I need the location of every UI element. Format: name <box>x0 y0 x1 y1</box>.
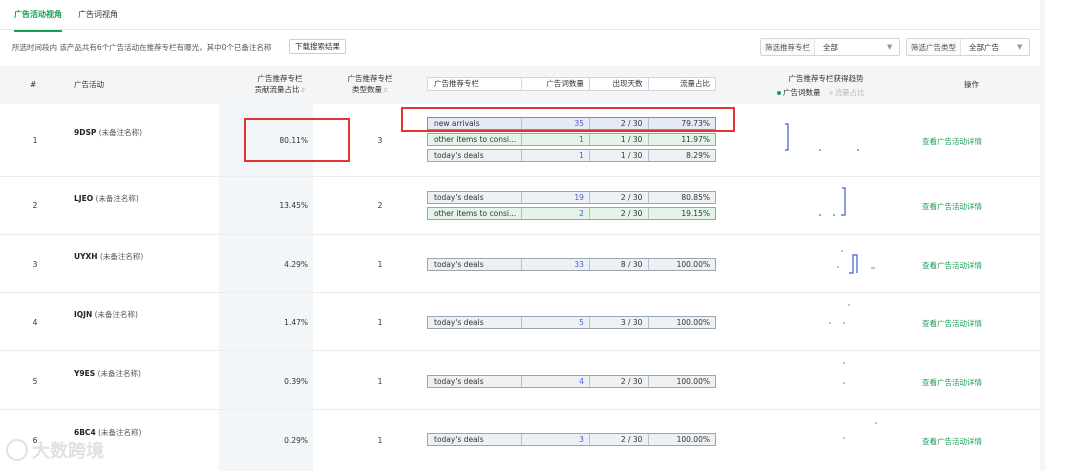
filter-placement-value: 全部 <box>823 42 838 52</box>
watermark-logo-icon <box>6 439 28 461</box>
header-campaign: 广告活动 <box>74 80 104 89</box>
chevron-down-icon: ▼ <box>1017 43 1023 51</box>
subheader-days: 出现天数 <box>590 78 650 90</box>
campaign-name[interactable]: Y9ES (未备注名称) <box>74 368 141 379</box>
chevron-down-icon: ▼ <box>887 43 893 51</box>
filter-ad-type-value: 全部广告 <box>969 42 999 52</box>
info-text: 所选时间段内 该产品共有6个广告活动在推荐专栏有曝光，其中0个已备注名称 <box>12 43 272 52</box>
trend-sparkline <box>843 362 845 384</box>
subheader-placement: 广告推荐专栏 <box>428 78 523 90</box>
legend-dot-icon <box>777 90 781 95</box>
campaign-name[interactable]: LJEO (未备注名称) <box>74 193 139 204</box>
view-campaign-details-link[interactable]: 查看广告活动详情 <box>922 318 982 329</box>
view-campaign-details-link[interactable]: 查看广告活动详情 <box>922 436 982 447</box>
table-row: 3 UYXH (未备注名称) 4.29% 1 today's deals 33 8 … <box>0 235 1040 293</box>
contribution-value: 4.29% <box>284 260 308 269</box>
header-action: 操作 <box>964 80 979 89</box>
legend-dot-icon <box>828 90 833 95</box>
filter-ad-type-label: 筛选广告类型 <box>907 39 961 55</box>
tab-campaign-view[interactable]: 广告活动视角 <box>14 9 62 32</box>
contribution-value: 0.29% <box>284 436 308 445</box>
view-tabs: 广告活动视角 广告词视角 <box>0 0 1040 32</box>
table-row: 2 LJEO (未备注名称) 13.45% 2 today's deals 19 2… <box>0 177 1040 235</box>
keyword-row[interactable]: today's deals 19 2 / 30 80.85% <box>427 191 716 204</box>
header-contribution[interactable]: 广告推荐专栏 贡献流量占比⇵ <box>250 73 310 96</box>
highlight-box-new-arrivals <box>401 107 735 132</box>
subheader-share: 流量占比 <box>679 79 710 88</box>
legend-traffic-share[interactable]: 流量占比 <box>828 87 865 98</box>
table-row: 5 Y9ES (未备注名称) 0.39% 1 today's deals 4 2 /… <box>0 351 1040 410</box>
keyword-subheader: 广告推荐专栏 广告词数量 出现天数 流量占比 <box>427 77 716 91</box>
filter-placement-label: 筛选推荐专栏 <box>761 39 815 55</box>
keyword-row[interactable]: today's deals 33 8 / 30 100.00% <box>427 258 716 271</box>
campaign-name[interactable]: IQJN (未备注名称) <box>74 309 138 320</box>
keyword-row[interactable]: other items to consi... 2 2 / 30 19.15% <box>427 207 716 220</box>
contribution-value: 0.39% <box>284 377 308 386</box>
keyword-row[interactable]: today's deals 1 1 / 30 8.29% <box>427 149 716 162</box>
keyword-row[interactable]: today's deals 3 2 / 30 100.00% <box>427 433 716 446</box>
contribution-value: 13.45% <box>279 201 308 210</box>
highlight-box-contribution <box>244 118 350 162</box>
header-trend: 广告推荐专栏获得趋势 <box>788 74 864 83</box>
watermark: 大数跨境 <box>6 437 104 463</box>
view-campaign-details-link[interactable]: 查看广告活动详情 <box>922 136 982 147</box>
keyword-row[interactable]: other items to consi... 1 1 / 30 11.97% <box>427 133 716 146</box>
subheader-keyword-count: 广告词数量 <box>522 78 590 90</box>
download-results-button[interactable]: 下载搜索结果 <box>289 39 346 54</box>
row-index: 4 <box>32 318 38 327</box>
row-index: 1 <box>32 136 38 145</box>
type-count: 1 <box>377 260 383 269</box>
header-type-count[interactable]: 广告推荐专栏 类型数量⇵ <box>340 73 400 96</box>
legend-keyword-count[interactable]: 广告词数量 <box>777 87 821 98</box>
view-campaign-details-link[interactable]: 查看广告活动详情 <box>922 377 982 388</box>
sort-icon[interactable]: ⇵ <box>300 87 305 94</box>
trend-sparkline <box>785 123 859 151</box>
campaign-name[interactable]: 9DSP (未备注名称) <box>74 127 142 138</box>
trend-legend: 广告词数量 流量占比 <box>777 87 865 98</box>
contribution-value: 1.47% <box>284 318 308 327</box>
keyword-row[interactable]: today's deals 4 2 / 30 100.00% <box>427 375 716 388</box>
row-index: 2 <box>32 201 38 210</box>
type-count: 3 <box>377 136 383 145</box>
type-count: 1 <box>377 436 383 445</box>
row-index: 3 <box>32 260 38 269</box>
table-row: 6 6BC4 (未备注名称) 0.29% 1 today's deals 3 2 /… <box>0 410 1040 471</box>
filter-placement[interactable]: 筛选推荐专栏 全部 ▼ <box>760 38 900 56</box>
trend-sparkline <box>819 187 846 216</box>
type-count: 2 <box>377 201 383 210</box>
tab-keyword-view[interactable]: 广告词视角 <box>78 9 118 20</box>
trend-sparkline <box>843 422 877 439</box>
view-campaign-details-link[interactable]: 查看广告活动详情 <box>922 260 982 271</box>
scrollbar[interactable] <box>1040 0 1045 471</box>
view-campaign-details-link[interactable]: 查看广告活动详情 <box>922 201 982 212</box>
type-count: 1 <box>377 318 383 327</box>
campaign-name[interactable]: UYXH (未备注名称) <box>74 251 143 262</box>
sort-icon[interactable]: ⇵ <box>383 87 388 94</box>
trend-sparkline <box>829 304 850 324</box>
table-row: 4 IQJN (未备注名称) 1.47% 1 today's deals 5 3 /… <box>0 293 1040 351</box>
header-index: # <box>30 80 37 89</box>
row-index: 5 <box>32 377 38 386</box>
filter-ad-type[interactable]: 筛选广告类型 全部广告 ▼ <box>906 38 1030 56</box>
keyword-row[interactable]: today's deals 5 3 / 30 100.00% <box>427 316 716 329</box>
type-count: 1 <box>377 377 383 386</box>
trend-sparkline <box>837 250 875 274</box>
